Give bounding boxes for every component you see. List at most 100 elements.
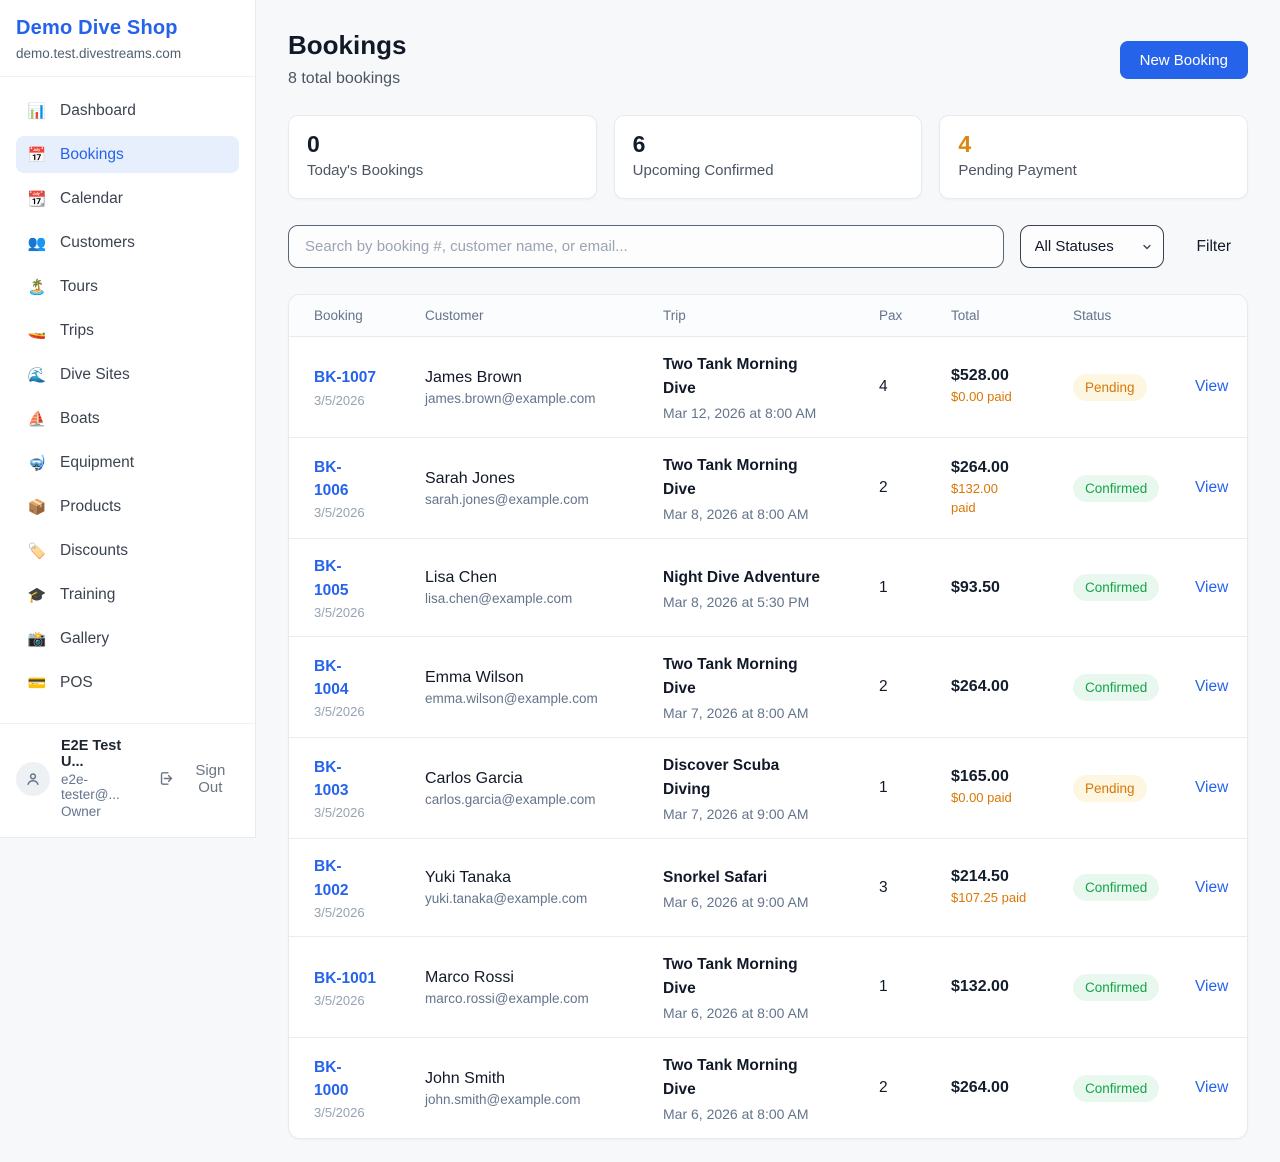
sidebar-item-label: Discounts [60, 542, 128, 560]
sidebar-item-bookings[interactable]: 📅 Bookings [16, 136, 239, 173]
status-badge: Confirmed [1073, 874, 1159, 901]
sidebar-item-tours[interactable]: 🏝️ Tours [16, 268, 239, 305]
booking-id-link[interactable]: BK-1007 [314, 366, 425, 389]
booking-id-link[interactable]: BK- 1006 [314, 456, 425, 503]
status-cell: Confirmed [1073, 974, 1195, 1001]
status-badge: Confirmed [1073, 674, 1159, 701]
user-box: E2E Test U... e2e-tester@... Owner Sign … [0, 723, 255, 837]
status-badge: Pending [1073, 374, 1147, 401]
view-link[interactable]: View [1195, 579, 1228, 596]
sidebar-item-gallery[interactable]: 📸 Gallery [16, 620, 239, 657]
paid-amount: $132.00 paid [951, 480, 1073, 518]
view-link[interactable]: View [1195, 678, 1228, 695]
pax-count: 1 [879, 978, 951, 996]
view-link[interactable]: View [1195, 779, 1228, 796]
customer-cell: Emma Wilson emma.wilson@example.com [425, 669, 663, 706]
stat-card-pending-payment: 4 Pending Payment [939, 115, 1248, 199]
filter-button[interactable]: Filter [1197, 238, 1231, 256]
trip-datetime: Mar 6, 2026 at 8:00 AM [663, 1005, 879, 1021]
stat-value: 4 [958, 131, 1229, 158]
trip-name: Two Tank Morning Dive [663, 454, 879, 502]
customers-icon: 👥 [27, 234, 47, 252]
sidebar-item-dashboard[interactable]: 📊 Dashboard [16, 92, 239, 129]
table-body: BK-1007 3/5/2026 James Brown james.brown… [289, 337, 1247, 1138]
sidebar-item-pos[interactable]: 💳 POS [16, 664, 239, 701]
view-link[interactable]: View [1195, 1079, 1228, 1096]
customer-email: james.brown@example.com [425, 391, 663, 406]
filter-bar: All Statuses Filter [288, 225, 1248, 268]
sidebar-item-customers[interactable]: 👥 Customers [16, 224, 239, 261]
sidebar-item-label: Customers [60, 234, 135, 252]
booking-id-link[interactable]: BK- 1003 [314, 756, 425, 803]
view-link[interactable]: View [1195, 479, 1228, 496]
search-input[interactable] [288, 225, 1004, 268]
trip-cell: Discover Scuba Diving Mar 7, 2026 at 9:0… [663, 754, 879, 822]
customer-name: Sarah Jones [425, 470, 663, 488]
sidebar-item-products[interactable]: 📦 Products [16, 488, 239, 525]
sidebar-item-trips[interactable]: 🚤 Trips [16, 312, 239, 349]
sign-out-button[interactable]: Sign Out [158, 762, 239, 796]
booking-id-link[interactable]: BK- 1000 [314, 1056, 425, 1103]
booking-id-link[interactable]: BK- 1005 [314, 555, 425, 602]
page-header: Bookings 8 total bookings New Booking [288, 30, 1248, 88]
bookings-icon: 📅 [27, 146, 47, 164]
pax-count: 2 [879, 1079, 951, 1097]
sidebar-item-label: Dive Sites [60, 366, 130, 384]
booking-id-link[interactable]: BK-1001 [314, 967, 425, 990]
trip-datetime: Mar 7, 2026 at 8:00 AM [663, 705, 879, 721]
sidebar-item-calendar[interactable]: 📆 Calendar [16, 180, 239, 217]
view-link[interactable]: View [1195, 378, 1228, 395]
trip-name: Two Tank Morning Dive [663, 953, 879, 1001]
trip-datetime: Mar 8, 2026 at 5:30 PM [663, 594, 879, 610]
table-header-row: Booking Customer Trip Pax Total Status [289, 295, 1247, 337]
status-badge: Pending [1073, 775, 1147, 802]
status-badge: Confirmed [1073, 974, 1159, 1001]
column-header-booking: Booking [314, 308, 425, 323]
sidebar-item-label: POS [60, 674, 93, 692]
total-cell: $264.00 [951, 678, 1073, 696]
trip-datetime: Mar 12, 2026 at 8:00 AM [663, 405, 879, 421]
table-row: BK- 1000 3/5/2026 John Smith john.smith@… [289, 1038, 1247, 1138]
customer-name: John Smith [425, 1070, 663, 1088]
shop-domain: demo.test.divestreams.com [16, 46, 239, 61]
sidebar-item-equipment[interactable]: 🤿 Equipment [16, 444, 239, 481]
column-header-status: Status [1073, 308, 1195, 323]
sidebar-item-label: Gallery [60, 630, 109, 648]
customer-email: sarah.jones@example.com [425, 492, 663, 507]
bookings-count: 8 total bookings [288, 70, 406, 88]
booking-cell: BK- 1006 3/5/2026 [314, 456, 425, 521]
sidebar-item-label: Bookings [60, 146, 124, 164]
pax-count: 3 [879, 879, 951, 897]
trip-datetime: Mar 7, 2026 at 9:00 AM [663, 806, 879, 822]
booking-cell: BK- 1004 3/5/2026 [314, 655, 425, 720]
new-booking-button[interactable]: New Booking [1120, 41, 1248, 79]
booking-cell: BK- 1005 3/5/2026 [314, 555, 425, 620]
total-cell: $528.00 $0.00 paid [951, 367, 1073, 407]
status-cell: Confirmed [1073, 1075, 1195, 1102]
booking-cell: BK- 1000 3/5/2026 [314, 1056, 425, 1121]
view-link[interactable]: View [1195, 978, 1228, 995]
status-select[interactable]: All Statuses [1020, 225, 1164, 268]
sidebar-item-dive-sites[interactable]: 🌊 Dive Sites [16, 356, 239, 393]
page-header-text: Bookings 8 total bookings [288, 30, 406, 88]
trip-cell: Two Tank Morning Dive Mar 7, 2026 at 8:0… [663, 653, 879, 721]
total-amount: $264.00 [951, 678, 1073, 696]
status-badge: Confirmed [1073, 574, 1159, 601]
booking-id-link[interactable]: BK- 1002 [314, 855, 425, 902]
sidebar-item-discounts[interactable]: 🏷️ Discounts [16, 532, 239, 569]
sidebar-item-boats[interactable]: ⛵ Boats [16, 400, 239, 437]
total-amount: $93.50 [951, 579, 1073, 597]
pax-count: 2 [879, 678, 951, 696]
sidebar-item-label: Equipment [60, 454, 134, 472]
customer-cell: Carlos Garcia carlos.garcia@example.com [425, 770, 663, 807]
view-link[interactable]: View [1195, 879, 1228, 896]
table-row: BK-1001 3/5/2026 Marco Rossi marco.rossi… [289, 937, 1247, 1038]
status-cell: Confirmed [1073, 874, 1195, 901]
dive-sites-icon: 🌊 [27, 366, 47, 384]
status-cell: Confirmed [1073, 674, 1195, 701]
status-select-wrap: All Statuses [1020, 225, 1164, 268]
status-badge: Confirmed [1073, 475, 1159, 502]
booking-id-link[interactable]: BK- 1004 [314, 655, 425, 702]
sidebar-item-training[interactable]: 🎓 Training [16, 576, 239, 613]
trip-datetime: Mar 8, 2026 at 8:00 AM [663, 506, 879, 522]
